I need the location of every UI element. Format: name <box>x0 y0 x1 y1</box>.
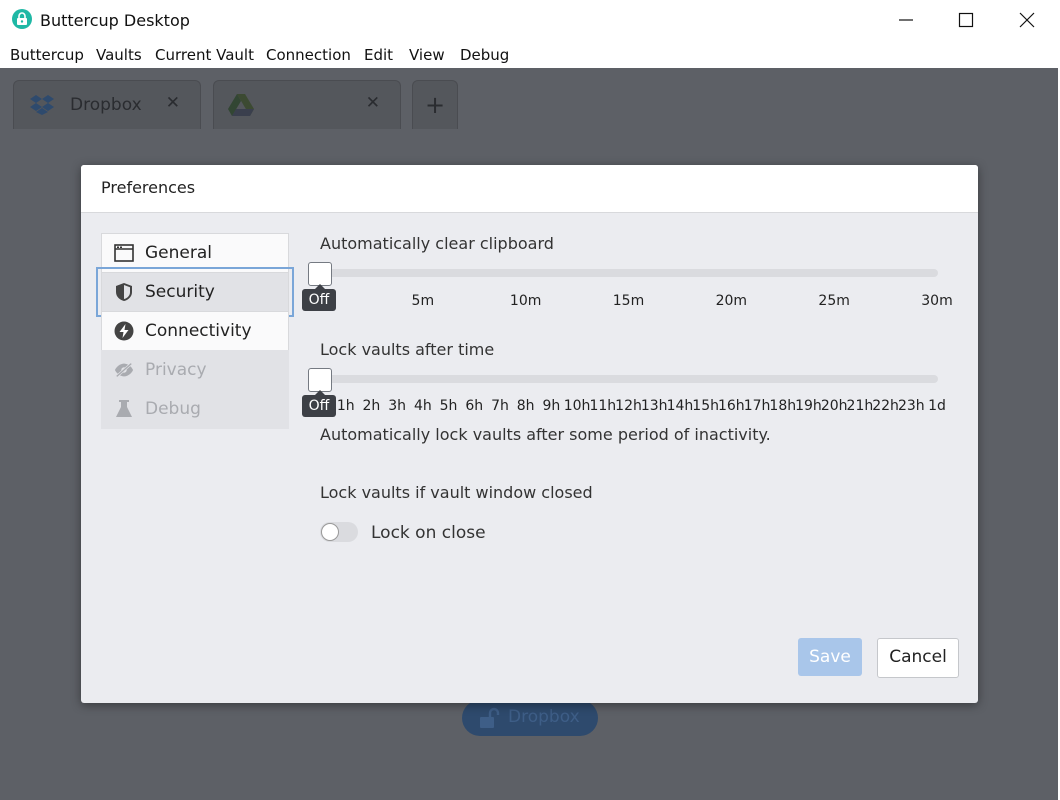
clipboard-slider-handle[interactable] <box>308 262 332 286</box>
preferences-dialog: Preferences General Security Connectivit… <box>81 165 978 703</box>
maximize-button[interactable] <box>936 0 996 40</box>
slider-tick-label: 20m <box>715 293 748 309</box>
menu-buttercup[interactable]: Buttercup <box>10 46 84 64</box>
maximize-icon <box>958 12 974 28</box>
tab-close-icon[interactable]: ✕ <box>166 93 180 113</box>
menu-connection[interactable]: Connection <box>266 46 351 64</box>
title-bar: Buttercup Desktop <box>0 0 1060 40</box>
unlock-vault-button[interactable]: Dropbox <box>462 700 598 736</box>
slider-tick-label: 10m <box>509 293 542 309</box>
window-icon <box>114 244 134 262</box>
menu-bar: Buttercup Vaults Current Vault Connectio… <box>0 40 1060 68</box>
dropbox-icon <box>30 95 54 115</box>
unlock-vault-label: Dropbox <box>508 707 580 727</box>
menu-debug[interactable]: Debug <box>460 46 509 64</box>
dialog-header: Preferences <box>81 165 978 213</box>
slider-tick-label: 16h <box>717 398 745 414</box>
lock-on-close-toggle[interactable] <box>320 522 358 542</box>
nav-item-debug: Debug <box>101 389 289 429</box>
clipboard-slider-value-tooltip: Off <box>302 284 336 311</box>
tab-label: Dropbox <box>70 95 142 115</box>
eye-slash-icon <box>114 362 134 378</box>
lock-time-slider-handle[interactable] <box>308 368 332 392</box>
tab-google-drive[interactable]: ✕ <box>213 80 401 129</box>
menu-vaults[interactable]: Vaults <box>96 46 142 64</box>
clipboard-setting-label: Automatically clear clipboard <box>320 234 554 253</box>
nav-item-privacy: Privacy <box>101 350 289 390</box>
nav-label: Connectivity <box>145 321 252 341</box>
close-icon <box>1019 12 1035 28</box>
slider-tick-label: 23h <box>897 398 925 414</box>
slider-tick-label: 5h <box>439 398 458 414</box>
slider-tick-label: 14h <box>666 398 694 414</box>
slider-tick-label: 3h <box>388 398 407 414</box>
slider-tick-label: 12h <box>615 398 642 414</box>
slider-tick-label: 2h <box>362 398 381 414</box>
slider-tick-label: 22h <box>872 398 899 414</box>
tab-close-icon[interactable]: ✕ <box>366 93 380 113</box>
nav-item-connectivity[interactable]: Connectivity <box>101 311 289 351</box>
slider-tick-label: 17h <box>743 398 771 414</box>
lock-on-close-label: Lock on close <box>371 523 486 543</box>
nav-label: Debug <box>145 399 201 419</box>
slider-tick-label: 15h <box>692 398 719 414</box>
menu-view[interactable]: View <box>409 46 445 64</box>
add-tab-button[interactable]: + <box>412 80 458 129</box>
slider-tick-label: 1h <box>336 398 355 414</box>
nav-item-general[interactable]: General <box>101 233 289 273</box>
slider-tick-label: 15m <box>612 293 645 309</box>
flask-icon <box>116 400 132 417</box>
lock-time-slider-value-tooltip: Off <box>302 390 336 417</box>
slider-tick-label: 11h <box>589 398 617 414</box>
clipboard-slider-track[interactable] <box>320 269 938 277</box>
slider-tick-label: 5m <box>411 293 435 309</box>
minimize-button[interactable] <box>876 0 936 40</box>
menu-current-vault[interactable]: Current Vault <box>155 46 254 64</box>
slider-tick-label: 21h <box>846 398 874 414</box>
lock-time-setting-label: Lock vaults after time <box>320 340 495 359</box>
slider-tick-label: 25m <box>818 293 850 309</box>
slider-tick-label: 4h <box>413 398 432 414</box>
dialog-title: Preferences <box>101 178 196 197</box>
nav-label: Privacy <box>145 360 207 380</box>
slider-tick-label: 6h <box>465 398 484 414</box>
lock-time-description: Automatically lock vaults after some per… <box>320 425 771 444</box>
slider-tick-label: 19h <box>795 398 822 414</box>
buttercup-logo-icon <box>12 9 32 29</box>
shield-icon <box>116 283 132 301</box>
slider-tick-label: 20h <box>820 398 848 414</box>
nav-label: General <box>145 243 212 263</box>
slider-tick-label: 13h <box>640 398 668 414</box>
slider-tick-label: 30m <box>921 293 953 309</box>
slider-tick-label: 1d <box>928 398 946 414</box>
slider-tick-label: 10h <box>563 398 591 414</box>
minimize-icon <box>899 19 913 21</box>
slider-tick-label: 9h <box>542 398 561 414</box>
lock-time-slider-track[interactable] <box>320 375 938 383</box>
menu-edit[interactable]: Edit <box>364 46 393 64</box>
nav-item-security[interactable]: Security <box>96 267 294 317</box>
slider-tick-label: 7h <box>491 398 509 414</box>
window-title: Buttercup Desktop <box>40 11 190 30</box>
bolt-icon <box>114 321 134 341</box>
save-button[interactable]: Save <box>798 638 862 676</box>
nav-label: Security <box>145 282 215 302</box>
unlock-icon <box>480 707 500 728</box>
google-drive-icon <box>228 94 254 116</box>
toggle-knob <box>321 523 339 541</box>
plus-icon: + <box>425 91 446 119</box>
lock-on-close-setting-label: Lock vaults if vault window closed <box>320 483 593 502</box>
close-window-button[interactable] <box>997 0 1057 40</box>
cancel-button[interactable]: Cancel <box>877 638 959 678</box>
slider-tick-label: 18h <box>769 398 797 414</box>
preferences-nav: General Security Connectivity Privacy De… <box>96 233 294 429</box>
slider-tick-label: 8h <box>516 398 535 414</box>
tab-dropbox[interactable]: Dropbox ✕ <box>13 80 201 129</box>
